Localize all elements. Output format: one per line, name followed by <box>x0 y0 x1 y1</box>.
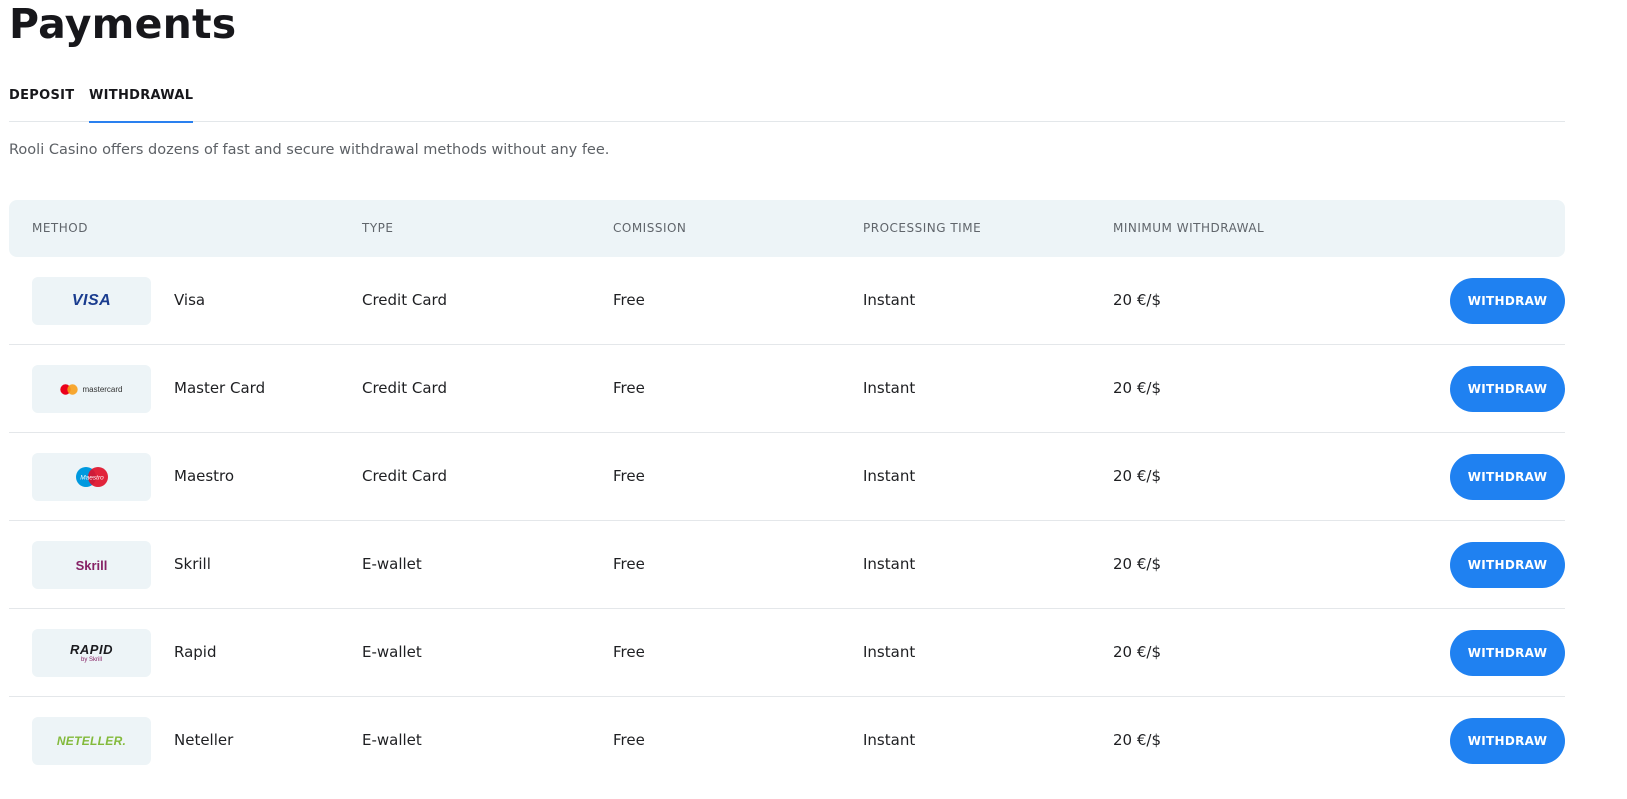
visa-logo-text: VISA <box>71 292 112 309</box>
method-name: Maestro <box>174 467 235 485</box>
withdraw-button-mastercard[interactable]: WITHDRAW <box>1450 366 1565 412</box>
method-type: E-wallet <box>362 731 422 749</box>
method-type: Credit Card <box>362 291 447 309</box>
method-minimum: 20 €/$ <box>1113 467 1161 485</box>
method-processing-time: Instant <box>863 731 916 749</box>
maestro-logo-icon: Maestro <box>32 453 151 501</box>
header-type: TYPE <box>362 221 394 235</box>
method-processing-time: Instant <box>863 291 916 309</box>
skrill-logo-text: Skrill <box>75 557 108 573</box>
mastercard-logo-icon: mastercard <box>32 365 151 413</box>
method-type: Credit Card <box>362 467 447 485</box>
method-type: E-wallet <box>362 555 422 573</box>
method-name: Neteller <box>174 731 234 749</box>
table-row: RAPID by Skrill Rapid E-wallet Free Inst… <box>9 609 1565 697</box>
method-minimum: 20 €/$ <box>1113 731 1161 749</box>
tab-withdrawal[interactable]: WITHDRAWAL <box>89 88 194 123</box>
table-row: Skrill Skrill E-wallet Free Instant 20 €… <box>9 521 1565 609</box>
mastercard-circles-icon <box>60 383 79 395</box>
withdraw-button-rapid[interactable]: WITHDRAW <box>1450 630 1565 676</box>
method-name: Visa <box>174 291 206 309</box>
withdraw-button-neteller[interactable]: WITHDRAW <box>1450 718 1565 764</box>
rapid-logo-text: RAPID <box>70 642 113 657</box>
table-row: VISA Visa Credit Card Free Instant 20 €/… <box>9 257 1565 345</box>
method-commission: Free <box>613 643 645 661</box>
method-commission: Free <box>613 467 645 485</box>
table-header: METHOD TYPE COMISSION PROCESSING TIME MI… <box>9 200 1565 257</box>
payment-tabs: DEPOSIT WITHDRAWAL <box>9 88 1565 123</box>
method-commission: Free <box>613 291 645 309</box>
method-minimum: 20 €/$ <box>1113 379 1161 397</box>
neteller-logo-icon: NETELLER. <box>32 717 151 765</box>
skrill-logo-icon: Skrill <box>32 541 151 589</box>
neteller-logo-text: NETELLER. <box>56 734 127 748</box>
rapid-logo-icon: RAPID by Skrill <box>32 629 151 677</box>
table-row: NETELLER. Neteller E-wallet Free Instant… <box>9 697 1565 785</box>
method-type: Credit Card <box>362 379 447 397</box>
intro-text: Rooli Casino offers dozens of fast and s… <box>9 142 610 158</box>
mastercard-logo-text: mastercard <box>82 384 123 394</box>
method-processing-time: Instant <box>863 379 916 397</box>
visa-logo-icon: VISA <box>32 277 151 325</box>
method-name: Skrill <box>174 555 211 573</box>
method-commission: Free <box>613 379 645 397</box>
header-method: METHOD <box>32 221 88 235</box>
method-minimum: 20 €/$ <box>1113 291 1161 309</box>
method-commission: Free <box>613 555 645 573</box>
withdraw-button-maestro[interactable]: WITHDRAW <box>1450 454 1565 500</box>
page-title: Payments <box>9 0 237 48</box>
method-processing-time: Instant <box>863 555 916 573</box>
method-processing-time: Instant <box>863 643 916 661</box>
tab-deposit[interactable]: DEPOSIT <box>9 88 74 122</box>
maestro-circles-icon: Maestro <box>75 467 108 487</box>
withdraw-button-skrill[interactable]: WITHDRAW <box>1450 542 1565 588</box>
method-processing-time: Instant <box>863 467 916 485</box>
rapid-logo-subtext: by Skrill <box>80 657 102 663</box>
method-minimum: 20 €/$ <box>1113 555 1161 573</box>
maestro-logo-text: Maestro <box>80 475 104 482</box>
method-name: Rapid <box>174 643 217 661</box>
method-type: E-wallet <box>362 643 422 661</box>
method-name: Master Card <box>174 379 266 397</box>
method-minimum: 20 €/$ <box>1113 643 1161 661</box>
header-minimum-withdrawal: MINIMUM WITHDRAWAL <box>1113 221 1265 235</box>
header-commission: COMISSION <box>613 221 687 235</box>
withdrawal-methods-table: METHOD TYPE COMISSION PROCESSING TIME MI… <box>9 200 1565 785</box>
method-commission: Free <box>613 731 645 749</box>
table-row: Maestro Maestro Credit Card Free Instant… <box>9 433 1565 521</box>
header-processing-time: PROCESSING TIME <box>863 221 982 235</box>
table-row: mastercard Master Card Credit Card Free … <box>9 345 1565 433</box>
withdraw-button-visa[interactable]: WITHDRAW <box>1450 278 1565 324</box>
